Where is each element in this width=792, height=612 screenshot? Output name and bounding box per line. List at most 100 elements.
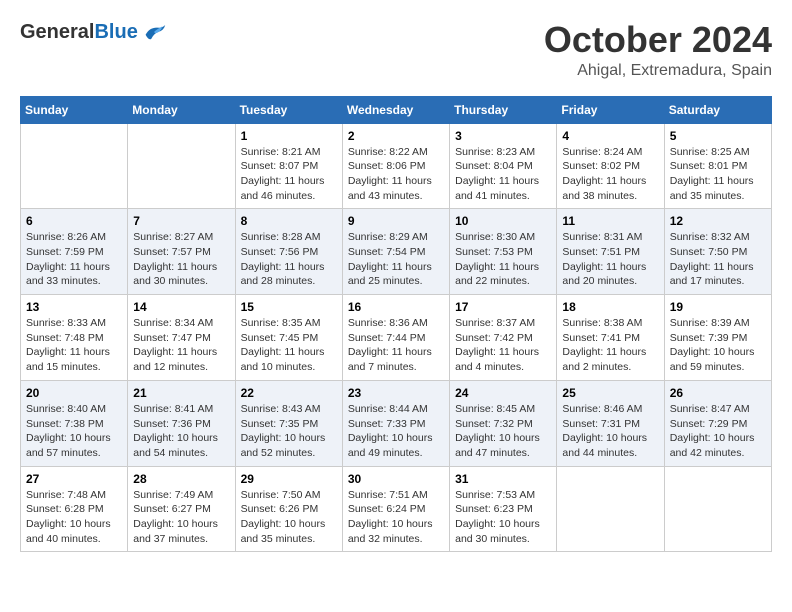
calendar-cell: 1 Sunrise: 8:21 AMSunset: 8:07 PMDaylight…	[235, 123, 342, 209]
day-info: Sunrise: 8:25 AMSunset: 8:01 PMDaylight:…	[670, 145, 766, 204]
calendar-cell	[557, 466, 664, 552]
day-info: Sunrise: 8:45 AMSunset: 7:32 PMDaylight:…	[455, 402, 551, 461]
page-header: GeneralBlue October 2024 Ahigal, Extrema…	[20, 20, 772, 80]
day-info: Sunrise: 8:31 AMSunset: 7:51 PMDaylight:…	[562, 230, 658, 289]
day-number: 2	[348, 129, 444, 143]
day-number: 20	[26, 386, 122, 400]
calendar-cell: 10Sunrise: 8:30 AMSunset: 7:53 PMDayligh…	[450, 209, 557, 295]
day-info: Sunrise: 8:44 AMSunset: 7:33 PMDaylight:…	[348, 402, 444, 461]
calendar-day-header: Wednesday	[342, 96, 449, 123]
logo-bird-icon	[140, 20, 168, 44]
calendar-cell: 7Sunrise: 8:27 AMSunset: 7:57 PMDaylight…	[128, 209, 235, 295]
calendar-day-header: Tuesday	[235, 96, 342, 123]
day-number: 6	[26, 214, 122, 228]
calendar-cell: 2 Sunrise: 8:22 AMSunset: 8:06 PMDaylight…	[342, 123, 449, 209]
day-info: Sunrise: 8:22 AMSunset: 8:06 PMDaylight:…	[348, 145, 444, 204]
logo-blue-text: Blue	[94, 21, 137, 43]
day-info: Sunrise: 8:47 AMSunset: 7:29 PMDaylight:…	[670, 402, 766, 461]
calendar-cell: 23Sunrise: 8:44 AMSunset: 7:33 PMDayligh…	[342, 380, 449, 466]
calendar-header-row: SundayMondayTuesdayWednesdayThursdayFrid…	[21, 96, 772, 123]
day-info: Sunrise: 7:48 AMSunset: 6:28 PMDaylight:…	[26, 488, 122, 547]
calendar-cell: 29 Sunrise: 7:50 AMSunset: 6:26 PMDayligh…	[235, 466, 342, 552]
day-number: 28	[133, 472, 229, 486]
calendar-cell: 13 Sunrise: 8:33 AMSunset: 7:48 PMDayligh…	[21, 295, 128, 381]
day-number: 29	[241, 472, 337, 486]
day-number: 27	[26, 472, 122, 486]
calendar-day-header: Saturday	[664, 96, 771, 123]
day-info: Sunrise: 8:24 AMSunset: 8:02 PMDaylight:…	[562, 145, 658, 204]
day-info: Sunrise: 8:40 AMSunset: 7:38 PMDaylight:…	[26, 402, 122, 461]
day-number: 3	[455, 129, 551, 143]
day-number: 22	[241, 386, 337, 400]
day-info: Sunrise: 8:46 AMSunset: 7:31 PMDaylight:…	[562, 402, 658, 461]
calendar-cell: 21 Sunrise: 8:41 AMSunset: 7:36 PMDayligh…	[128, 380, 235, 466]
calendar-week-row: 20 Sunrise: 8:40 AMSunset: 7:38 PMDayligh…	[21, 380, 772, 466]
calendar-cell: 3 Sunrise: 8:23 AMSunset: 8:04 PMDaylight…	[450, 123, 557, 209]
calendar-day-header: Thursday	[450, 96, 557, 123]
day-number: 9	[348, 214, 444, 228]
calendar-week-row: 1 Sunrise: 8:21 AMSunset: 8:07 PMDaylight…	[21, 123, 772, 209]
day-info: Sunrise: 8:26 AMSunset: 7:59 PMDaylight:…	[26, 230, 122, 289]
day-info: Sunrise: 8:37 AMSunset: 7:42 PMDaylight:…	[455, 316, 551, 375]
day-info: Sunrise: 8:29 AMSunset: 7:54 PMDaylight:…	[348, 230, 444, 289]
day-number: 31	[455, 472, 551, 486]
day-number: 19	[670, 300, 766, 314]
day-number: 8	[241, 214, 337, 228]
calendar-table: SundayMondayTuesdayWednesdayThursdayFrid…	[20, 96, 772, 553]
day-info: Sunrise: 8:41 AMSunset: 7:36 PMDaylight:…	[133, 402, 229, 461]
day-info: Sunrise: 8:43 AMSunset: 7:35 PMDaylight:…	[241, 402, 337, 461]
day-number: 5	[670, 129, 766, 143]
day-info: Sunrise: 8:34 AMSunset: 7:47 PMDaylight:…	[133, 316, 229, 375]
day-info: Sunrise: 8:33 AMSunset: 7:48 PMDaylight:…	[26, 316, 122, 375]
calendar-cell: 20 Sunrise: 8:40 AMSunset: 7:38 PMDayligh…	[21, 380, 128, 466]
calendar-cell: 12Sunrise: 8:32 AMSunset: 7:50 PMDayligh…	[664, 209, 771, 295]
day-number: 13	[26, 300, 122, 314]
calendar-cell: 22 Sunrise: 8:43 AMSunset: 7:35 PMDayligh…	[235, 380, 342, 466]
day-info: Sunrise: 7:53 AMSunset: 6:23 PMDaylight:…	[455, 488, 551, 547]
calendar-cell: 11 Sunrise: 8:31 AMSunset: 7:51 PMDayligh…	[557, 209, 664, 295]
day-info: Sunrise: 7:50 AMSunset: 6:26 PMDaylight:…	[241, 488, 337, 547]
calendar-cell: 18 Sunrise: 8:38 AMSunset: 7:41 PMDayligh…	[557, 295, 664, 381]
logo: GeneralBlue	[20, 20, 168, 44]
day-info: Sunrise: 8:39 AMSunset: 7:39 PMDaylight:…	[670, 316, 766, 375]
calendar-cell: 9 Sunrise: 8:29 AMSunset: 7:54 PMDaylight…	[342, 209, 449, 295]
day-number: 12	[670, 214, 766, 228]
calendar-cell: 17 Sunrise: 8:37 AMSunset: 7:42 PMDayligh…	[450, 295, 557, 381]
day-info: Sunrise: 8:23 AMSunset: 8:04 PMDaylight:…	[455, 145, 551, 204]
calendar-cell	[664, 466, 771, 552]
calendar-cell	[21, 123, 128, 209]
calendar-cell: 4 Sunrise: 8:24 AMSunset: 8:02 PMDaylight…	[557, 123, 664, 209]
logo-general-text: General	[20, 21, 94, 43]
day-info: Sunrise: 8:21 AMSunset: 8:07 PMDaylight:…	[241, 145, 337, 204]
day-number: 26	[670, 386, 766, 400]
day-info: Sunrise: 8:38 AMSunset: 7:41 PMDaylight:…	[562, 316, 658, 375]
calendar-cell: 5 Sunrise: 8:25 AMSunset: 8:01 PMDaylight…	[664, 123, 771, 209]
day-number: 18	[562, 300, 658, 314]
day-number: 1	[241, 129, 337, 143]
day-info: Sunrise: 8:36 AMSunset: 7:44 PMDaylight:…	[348, 316, 444, 375]
day-number: 21	[133, 386, 229, 400]
day-info: Sunrise: 7:51 AMSunset: 6:24 PMDaylight:…	[348, 488, 444, 547]
day-info: Sunrise: 7:49 AMSunset: 6:27 PMDaylight:…	[133, 488, 229, 547]
calendar-cell: 28 Sunrise: 7:49 AMSunset: 6:27 PMDayligh…	[128, 466, 235, 552]
day-info: Sunrise: 8:35 AMSunset: 7:45 PMDaylight:…	[241, 316, 337, 375]
calendar-week-row: 6 Sunrise: 8:26 AMSunset: 7:59 PMDaylight…	[21, 209, 772, 295]
calendar-week-row: 13 Sunrise: 8:33 AMSunset: 7:48 PMDayligh…	[21, 295, 772, 381]
day-info: Sunrise: 8:30 AMSunset: 7:53 PMDaylight:…	[455, 230, 551, 289]
calendar-cell: 15Sunrise: 8:35 AMSunset: 7:45 PMDayligh…	[235, 295, 342, 381]
calendar-cell: 27 Sunrise: 7:48 AMSunset: 6:28 PMDayligh…	[21, 466, 128, 552]
calendar-cell: 24Sunrise: 8:45 AMSunset: 7:32 PMDayligh…	[450, 380, 557, 466]
calendar-cell	[128, 123, 235, 209]
location-title: Ahigal, Extremadura, Spain	[544, 62, 772, 80]
calendar-day-header: Friday	[557, 96, 664, 123]
calendar-cell: 14Sunrise: 8:34 AMSunset: 7:47 PMDayligh…	[128, 295, 235, 381]
calendar-day-header: Sunday	[21, 96, 128, 123]
calendar-cell: 6 Sunrise: 8:26 AMSunset: 7:59 PMDaylight…	[21, 209, 128, 295]
day-number: 4	[562, 129, 658, 143]
day-number: 17	[455, 300, 551, 314]
day-number: 30	[348, 472, 444, 486]
calendar-cell: 26 Sunrise: 8:47 AMSunset: 7:29 PMDayligh…	[664, 380, 771, 466]
day-number: 11	[562, 214, 658, 228]
day-number: 16	[348, 300, 444, 314]
day-number: 25	[562, 386, 658, 400]
